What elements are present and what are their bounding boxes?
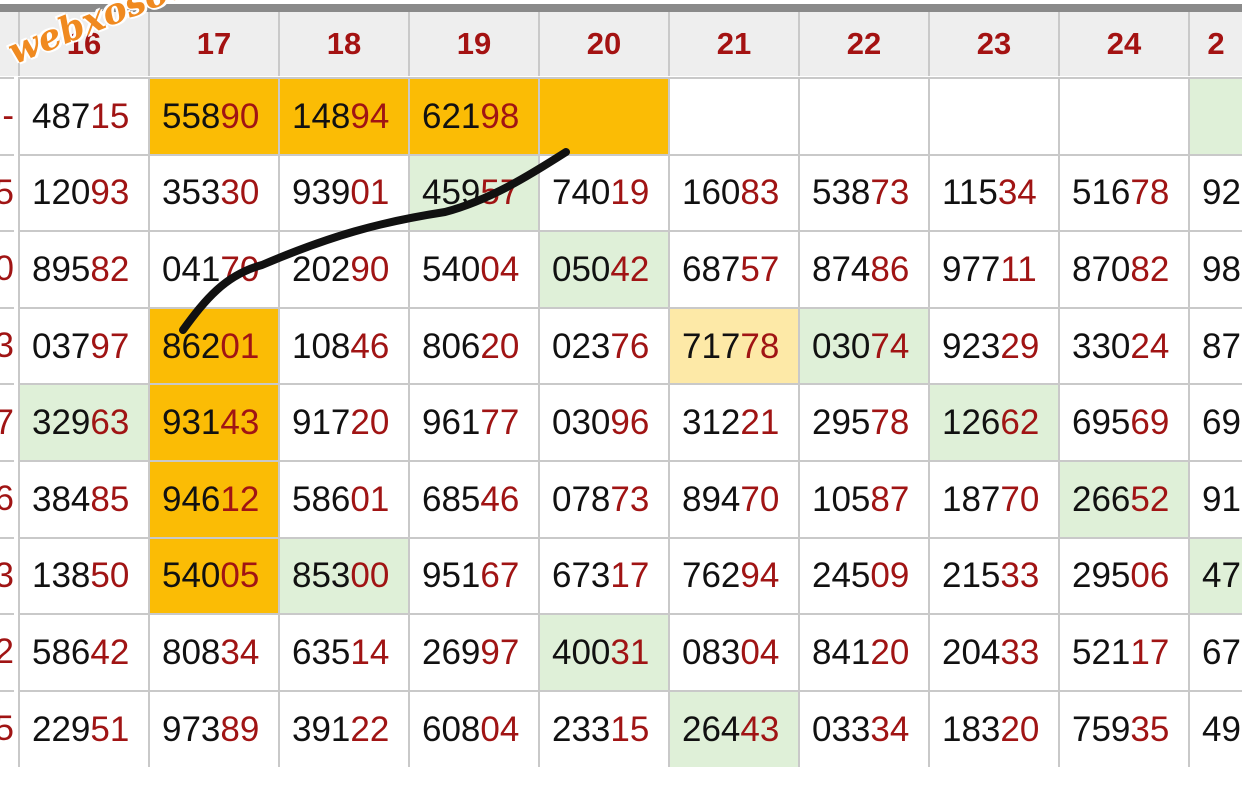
hand-drawn-line bbox=[179, 148, 570, 334]
